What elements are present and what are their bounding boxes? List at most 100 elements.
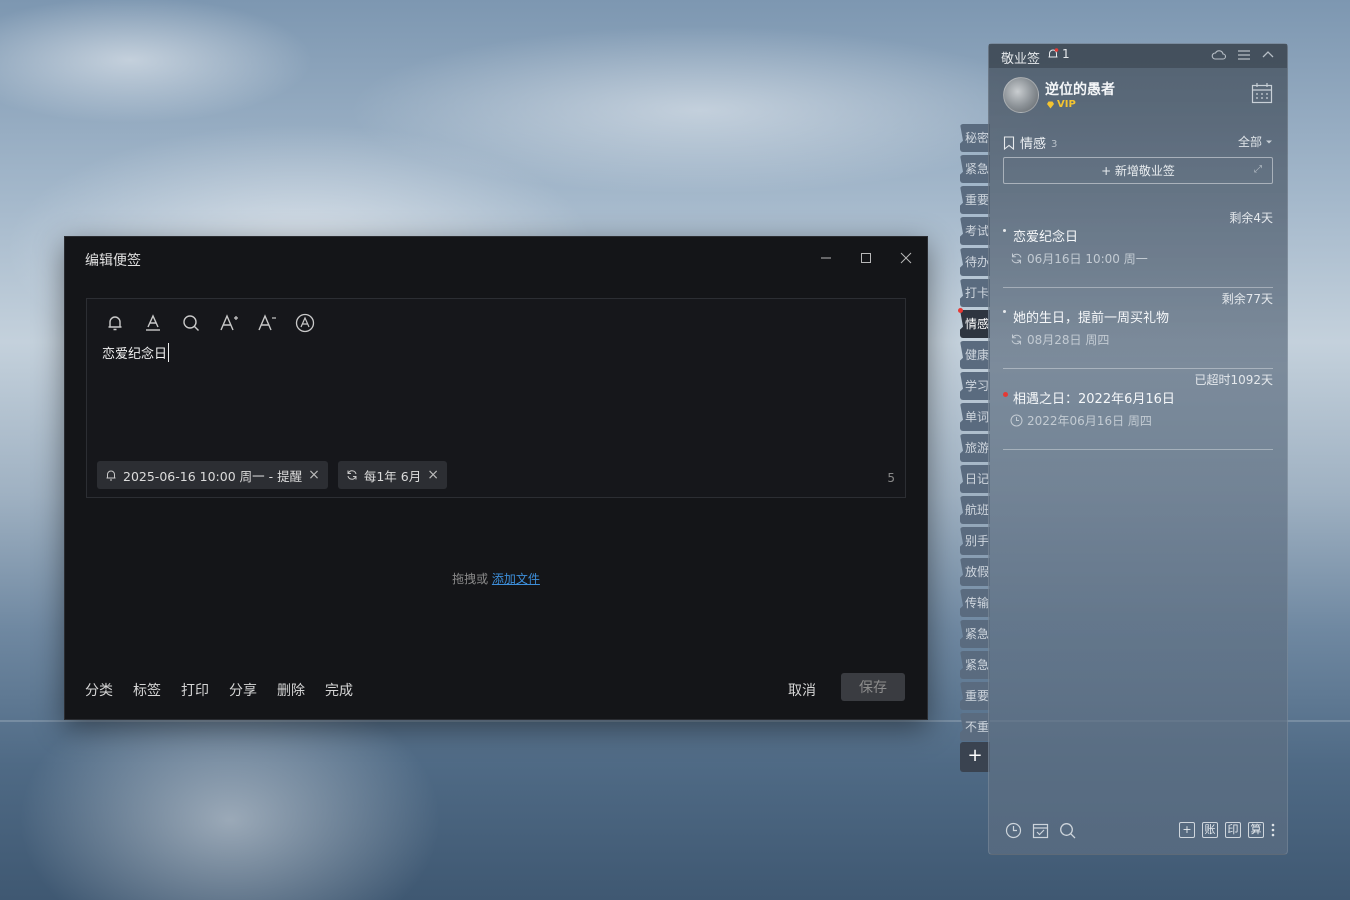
cloud-sync-button[interactable]: [1211, 48, 1227, 62]
note-content[interactable]: 恋爱纪念日: [102, 343, 170, 362]
reminder-chip[interactable]: 2025-06-16 10:00 周一 - 提醒 ×: [97, 461, 328, 489]
titlebar-icons: [1211, 48, 1275, 62]
tag-button[interactable]: 标签: [133, 680, 161, 700]
minimize-button[interactable]: [814, 247, 838, 269]
add-note-button[interactable]: +: [1179, 822, 1195, 838]
completed-button[interactable]: [1032, 822, 1049, 839]
delete-button[interactable]: 删除: [277, 680, 305, 700]
expand-icon[interactable]: ⤢: [1254, 164, 1262, 175]
note-item[interactable]: 已超时1092天 相遇之日：2022年6月16日 2022年06月16日 周四: [1003, 369, 1273, 450]
format-toolbar: [103, 311, 317, 335]
more-button[interactable]: [1271, 822, 1275, 838]
filter-dropdown[interactable]: 全部: [1238, 133, 1273, 150]
note-editor[interactable]: 恋爱纪念日 2025-06-16 10:00 周一 - 提醒 × 每1年 6月 …: [86, 298, 906, 498]
tab-checkin[interactable]: 打卡: [960, 279, 990, 307]
note-title: 她的生日，提前一周买礼物: [1013, 311, 1170, 326]
clear-format-tool[interactable]: [293, 311, 317, 335]
more-vertical-icon: [1271, 823, 1275, 837]
note-date: 2022年06月16日 周四: [1010, 412, 1152, 429]
menu-icon: [1238, 50, 1250, 60]
bookmark-icon: [1003, 135, 1015, 150]
cancel-button[interactable]: 取消: [788, 680, 816, 700]
clear-format-icon: [295, 313, 315, 333]
bottom-right-tools: + 账 印 算: [1179, 822, 1275, 838]
notification-count: 1: [1062, 47, 1070, 61]
print-button[interactable]: 打印: [181, 680, 209, 700]
collapse-button[interactable]: [1261, 48, 1275, 62]
tab-diary[interactable]: 日记: [960, 465, 990, 493]
note-remaining: 剩余4天: [1229, 211, 1273, 225]
add-category-button[interactable]: +: [960, 742, 990, 772]
remove-repeat-icon[interactable]: ×: [427, 467, 439, 483]
username: 逆位的愚者: [1045, 82, 1115, 98]
new-note-button[interactable]: + 新增敬业签 ⤢: [1003, 157, 1273, 184]
tab-urgent[interactable]: 紧急: [960, 155, 990, 183]
category-button[interactable]: 分类: [85, 680, 113, 700]
font-increase-tool[interactable]: [217, 311, 241, 335]
print-button[interactable]: 印: [1225, 822, 1241, 838]
category-name: 情感: [1020, 137, 1047, 152]
tab-words[interactable]: 单词: [960, 403, 990, 431]
calendar-button[interactable]: [1251, 82, 1273, 108]
search-button[interactable]: [1059, 822, 1076, 839]
timeline-button[interactable]: [1005, 822, 1022, 839]
reminder-tool[interactable]: [103, 311, 127, 335]
tab-important-2[interactable]: 重要: [960, 682, 990, 710]
panel-bottom-bar: + 账 印 算: [1003, 822, 1275, 842]
add-file-link[interactable]: 添加文件: [492, 572, 540, 586]
remove-reminder-icon[interactable]: ×: [308, 467, 320, 483]
checklist-icon: [1032, 823, 1049, 839]
repeat-chip-label: 每1年 6月: [363, 468, 422, 484]
done-button[interactable]: 完成: [325, 680, 353, 700]
attachment-dropzone[interactable]: 拖拽或 添加文件: [65, 570, 927, 587]
tab-holiday[interactable]: 放假: [960, 558, 990, 586]
text-color-tool[interactable]: [141, 311, 165, 335]
tab-important[interactable]: 重要: [960, 186, 990, 214]
notification-button[interactable]: 1: [1047, 47, 1070, 61]
tab-exam[interactable]: 考试: [960, 217, 990, 245]
note-item[interactable]: 剩余4天 恋爱纪念日 06月16日 10:00 周一: [1003, 207, 1273, 288]
note-bullet: [1003, 310, 1006, 313]
tab-urgent-3[interactable]: 紧急: [960, 651, 990, 679]
window-title: 编辑便签: [85, 253, 141, 269]
menu-button[interactable]: [1237, 48, 1251, 62]
close-icon: [900, 252, 912, 264]
attribute-chips: 2025-06-16 10:00 周一 - 提醒 × 每1年 6月 ×: [97, 461, 447, 489]
font-decrease-tool[interactable]: [255, 311, 279, 335]
app-name: 敬业签: [1001, 52, 1041, 67]
tab-travel[interactable]: 旅游: [960, 434, 990, 462]
ledger-button[interactable]: 账: [1202, 822, 1218, 838]
note-remaining: 剩余77天: [1221, 292, 1273, 306]
tab-todo[interactable]: 待办: [960, 248, 990, 276]
repeat-chip[interactable]: 每1年 6月 ×: [337, 461, 447, 489]
tab-health[interactable]: 健康: [960, 341, 990, 369]
calculator-button[interactable]: 算: [1248, 822, 1264, 838]
tab-study[interactable]: 学习: [960, 372, 990, 400]
font-increase-icon: [220, 314, 238, 331]
close-button[interactable]: [894, 247, 918, 269]
tab-transfer[interactable]: 传输: [960, 589, 990, 617]
maximize-icon: [861, 253, 871, 263]
bell-icon: [1048, 48, 1059, 58]
chevron-down-icon: [1266, 140, 1272, 143]
note-date-text: 08月28日 周四: [1027, 333, 1110, 347]
font-decrease-icon: [258, 314, 276, 331]
tab-not-important[interactable]: 不重: [960, 713, 990, 741]
tab-emotion[interactable]: 情感: [960, 310, 990, 338]
share-button[interactable]: 分享: [229, 680, 257, 700]
search-tool[interactable]: [179, 311, 203, 335]
avatar[interactable]: [1003, 77, 1039, 113]
chevron-up-icon: [1262, 51, 1274, 58]
maximize-button[interactable]: [854, 247, 878, 269]
active-tab-indicator: [958, 308, 963, 313]
tab-flight[interactable]: 航班: [960, 496, 990, 524]
note-item[interactable]: 剩余77天 她的生日，提前一周买礼物 08月28日 周四: [1003, 288, 1273, 369]
tab-secret[interactable]: 秘密: [960, 124, 990, 152]
text-color-icon: [146, 314, 160, 331]
character-count: 5: [887, 471, 895, 485]
sticky-panel: 敬业签 1 逆位的愚者 VIP 情感 3 全部 + 新增敬业签 ⤢ 剩余4天 恋…: [988, 43, 1288, 855]
save-button[interactable]: 保存: [841, 673, 905, 701]
tab-urgent-2[interactable]: 紧急: [960, 620, 990, 648]
note-remaining: 已超时1092天: [1194, 373, 1273, 387]
tab-chop[interactable]: 别手: [960, 527, 990, 555]
